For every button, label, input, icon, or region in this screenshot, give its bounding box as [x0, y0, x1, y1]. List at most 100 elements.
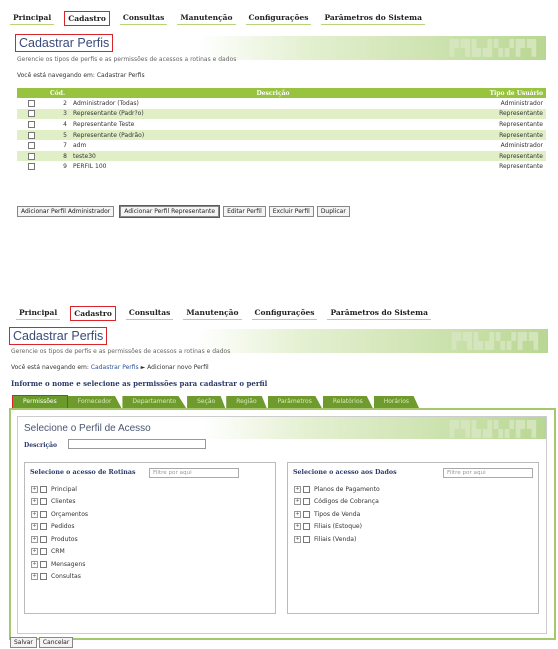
tree-item[interactable]: + Orçamentos [31, 508, 88, 521]
tree-checkbox[interactable] [303, 510, 310, 518]
expand-icon[interactable]: + [31, 573, 38, 581]
descricao-input[interactable] [68, 439, 206, 449]
cell-cod: 5 [45, 129, 70, 141]
edit-profile-button[interactable]: Editar Perfil [223, 206, 266, 217]
page-subtitle: Gerencie os tipos de perfis e as permiss… [17, 56, 237, 63]
expand-icon[interactable]: + [31, 498, 38, 506]
expand-icon[interactable]: + [294, 510, 301, 518]
save-button[interactable]: Salvar [10, 637, 37, 648]
row-checkbox[interactable] [27, 110, 35, 118]
tree-item[interactable]: + Códigos de Cobrança [294, 496, 380, 509]
tree-checkbox[interactable] [303, 498, 310, 506]
expand-icon[interactable]: + [294, 485, 301, 493]
nav-principal[interactable]: Principal [16, 306, 61, 320]
table-row[interactable]: 5 Representante (Padrão) Representante [17, 129, 546, 141]
add-admin-profile-button[interactable]: Adicionar Perfil Administrador [17, 206, 115, 217]
nav-parametros[interactable]: Parâmetros do Sistema [321, 11, 425, 25]
breadcrumb-link[interactable]: Cadastrar Perfis [91, 364, 139, 371]
nav-manutencao[interactable]: Manutenção [183, 306, 242, 320]
tab-permissoes[interactable]: Permissões [12, 395, 68, 409]
nav-consultas[interactable]: Consultas [119, 11, 168, 25]
tab-parametros[interactable]: Parâmetros [267, 396, 322, 408]
table-row[interactable]: 3 Representante (Padr?o) Representante [17, 108, 546, 120]
tab-regiao[interactable]: Região [226, 396, 267, 408]
cell-descricao: teste30 [70, 150, 476, 163]
expand-icon[interactable]: + [294, 535, 301, 543]
tree-checkbox[interactable] [303, 535, 310, 543]
expand-icon[interactable]: + [294, 498, 301, 506]
tab-horarios[interactable]: Horários [373, 396, 420, 408]
dados-filter-input[interactable]: Filtre por aqui [443, 468, 533, 478]
tab-relatorios[interactable]: Relatórios [322, 396, 373, 408]
profiles-table: Cód. Descrição Tipo de Usuário 2 Adminis… [17, 88, 546, 173]
expand-icon[interactable]: + [31, 560, 38, 568]
rotinas-filter-input[interactable]: Filtre por aqui [149, 468, 239, 478]
tab-departamento[interactable]: Departamento [122, 396, 187, 408]
duplicate-button[interactable]: Duplicar [316, 206, 350, 217]
table-row[interactable]: 2 Administrador (Todas) Administrador [17, 98, 546, 110]
tree-item[interactable]: + Consultas [31, 571, 88, 584]
expand-icon[interactable]: + [294, 523, 301, 531]
bottom-nav: Principal Cadastro Consultas Manutenção … [16, 305, 441, 321]
row-checkbox[interactable] [27, 142, 35, 150]
nav-consultas[interactable]: Consultas [125, 306, 174, 320]
tree-checkbox[interactable] [40, 573, 47, 581]
tree-item[interactable]: + Planos de Pagamento [294, 483, 380, 496]
delete-profile-button[interactable]: Excluir Perfil [268, 206, 314, 217]
tree-checkbox[interactable] [40, 485, 47, 493]
row-checkbox[interactable] [27, 120, 35, 128]
cell-cod: 2 [45, 98, 70, 110]
tree-checkbox[interactable] [303, 485, 310, 493]
row-checkbox[interactable] [27, 131, 35, 139]
table-row[interactable]: 9 PERFIL 100 Representante [17, 161, 546, 173]
tree-checkbox[interactable] [40, 510, 47, 518]
expand-icon[interactable]: + [31, 523, 38, 531]
tree-label: Tipos de Venda [314, 510, 361, 518]
tree-item[interactable]: + Clientes [31, 496, 88, 509]
tree-item[interactable]: + Mensagens [31, 558, 88, 571]
cell-descricao: Representante (Padr?o) [70, 108, 476, 120]
table-row[interactable]: 4 Representante Teste Representante [17, 119, 546, 131]
tree-item[interactable]: + Tipos de Venda [294, 508, 380, 521]
breadcrumb-current: Cadastrar Perfis [96, 72, 145, 79]
tree-item[interactable]: + Filiais (Estoque) [294, 521, 380, 534]
expand-icon[interactable]: + [31, 535, 38, 543]
breadcrumb-current: Adicionar novo Perfil [147, 364, 209, 371]
page-title: Cadastrar Perfis [9, 327, 108, 345]
row-checkbox[interactable] [27, 163, 35, 171]
tree-item[interactable]: + Principal [31, 483, 88, 496]
cell-descricao: Representante Teste [70, 119, 476, 131]
nav-configuracoes[interactable]: Configurações [251, 306, 318, 320]
nav-manutencao[interactable]: Manutenção [177, 11, 236, 25]
tree-checkbox[interactable] [40, 498, 47, 506]
tree-checkbox[interactable] [303, 523, 310, 531]
nav-cadastro[interactable]: Cadastro [64, 10, 110, 26]
add-representative-profile-button[interactable]: Adicionar Perfil Representante [119, 205, 221, 218]
tree-checkbox[interactable] [40, 548, 47, 556]
tree-item[interactable]: + CRM [31, 546, 88, 559]
tree-label: Filiais (Venda) [314, 535, 357, 543]
cell-tipo: Representante [476, 129, 546, 141]
expand-icon[interactable]: + [31, 510, 38, 518]
nav-cadastro[interactable]: Cadastro [70, 305, 116, 321]
tree-checkbox[interactable] [40, 535, 47, 543]
nav-principal[interactable]: Principal [10, 11, 55, 25]
tree-item[interactable]: + Filiais (Venda) [294, 533, 380, 546]
row-checkbox[interactable] [27, 99, 35, 107]
tab-secao[interactable]: Seção [187, 396, 226, 408]
nav-configuracoes[interactable]: Configurações [245, 11, 312, 25]
cell-tipo: Representante [476, 161, 546, 173]
tree-checkbox[interactable] [40, 560, 47, 568]
tree-item[interactable]: + Produtos [31, 533, 88, 546]
table-row[interactable]: 7 adm Administrador [17, 140, 546, 152]
breadcrumb-arrow-icon: ► [140, 364, 146, 371]
cancel-button[interactable]: Cancelar [38, 637, 74, 648]
tree-item[interactable]: + Pedidos [31, 521, 88, 534]
tree-checkbox[interactable] [40, 523, 47, 531]
expand-icon[interactable]: + [31, 548, 38, 556]
tab-fornecedor[interactable]: Fornecedor [67, 396, 122, 408]
expand-icon[interactable]: + [31, 485, 38, 493]
table-row[interactable]: 8 teste30 Representante [17, 150, 546, 163]
nav-parametros[interactable]: Parâmetros do Sistema [327, 306, 431, 320]
row-checkbox[interactable] [27, 152, 35, 160]
